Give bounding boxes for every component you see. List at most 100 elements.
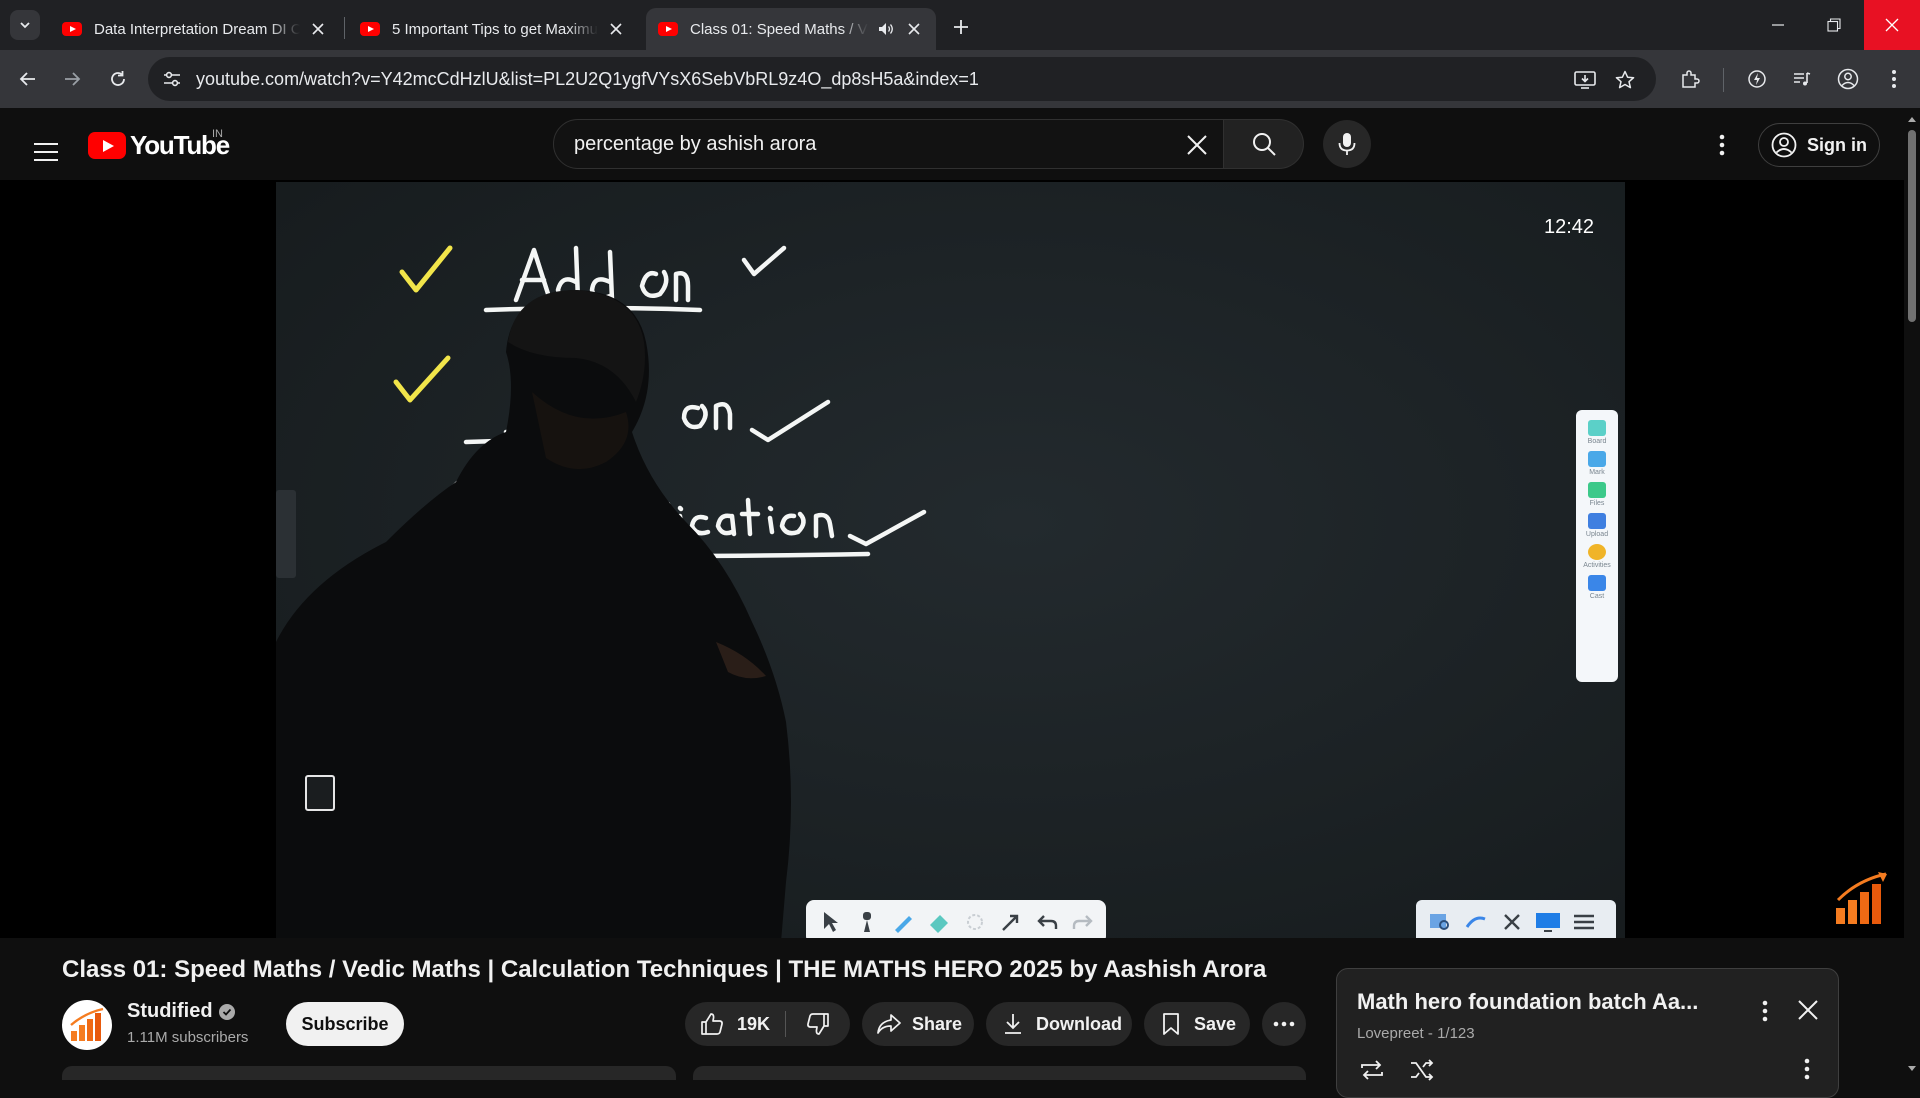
- new-tab-button[interactable]: [946, 12, 976, 42]
- dislike-button[interactable]: [786, 1002, 850, 1046]
- playlist-owner[interactable]: Lovepreet: [1357, 1025, 1424, 1042]
- search-button[interactable]: [1224, 119, 1304, 169]
- folder-icon: [1588, 482, 1606, 498]
- sign-in-label: Sign in: [1807, 134, 1867, 155]
- tab-title: 5 Important Tips to get Maximu: [392, 20, 598, 38]
- url-text: youtube.com/watch?v=Y42mcCdHzlU&list=PL2…: [196, 69, 979, 89]
- profile-button[interactable]: [1832, 63, 1864, 95]
- comments-box-edge: [693, 1066, 1306, 1080]
- channel-avatar[interactable]: [62, 1000, 112, 1050]
- channel-name-row[interactable]: Studified: [127, 1000, 235, 1023]
- menu-lines-icon: [1570, 910, 1598, 934]
- close-tab-icon[interactable]: [904, 19, 924, 39]
- youtube-favicon-icon: [360, 22, 380, 36]
- media-controls-button[interactable]: [1786, 63, 1818, 95]
- minimize-window-button[interactable]: [1750, 0, 1806, 50]
- plus-icon: [954, 20, 968, 34]
- shuffle-icon: [1411, 1059, 1434, 1081]
- close-playlist-button[interactable]: [1793, 995, 1823, 1025]
- blackboard-drawing: [276, 182, 1625, 938]
- share-button[interactable]: Share: [862, 1002, 974, 1046]
- country-code: IN: [212, 128, 223, 140]
- playlist-title[interactable]: Math hero foundation batch Aa...: [1357, 989, 1717, 1015]
- youtube-logo[interactable]: YouTube IN: [88, 128, 230, 161]
- shuffle-playlist-button[interactable]: [1407, 1055, 1437, 1085]
- arrow-right-icon: [65, 72, 81, 86]
- save-label: Save: [1194, 1013, 1237, 1034]
- bookmark-icon: [1158, 1011, 1184, 1037]
- back-button[interactable]: [12, 63, 44, 95]
- download-button[interactable]: Download: [986, 1002, 1132, 1046]
- search-input[interactable]: percentage by ashish arora: [553, 119, 1224, 169]
- extensions-button[interactable]: [1674, 63, 1706, 95]
- video-title: Class 01: Speed Maths / Vedic Maths | Ca…: [62, 956, 1267, 983]
- chrome-menu-button[interactable]: [1878, 63, 1910, 95]
- guide-menu-button[interactable]: [26, 132, 66, 172]
- subscribe-button[interactable]: Subscribe: [286, 1002, 404, 1046]
- browser-tab-1[interactable]: Data Interpretation Dream DI Cl: [50, 8, 340, 50]
- install-app-button[interactable]: [1572, 67, 1598, 93]
- forward-button[interactable]: [56, 63, 88, 95]
- scrollbar-thumb[interactable]: [1908, 130, 1916, 322]
- channel-watermark-logo: [1834, 870, 1890, 926]
- reload-button[interactable]: [102, 63, 134, 95]
- cast-tool-label: Cast: [1589, 593, 1605, 600]
- performance-button[interactable]: [1741, 63, 1773, 95]
- install-icon: [1574, 71, 1596, 89]
- browser-tab-2[interactable]: 5 Important Tips to get Maximu: [348, 8, 638, 50]
- board-switch-icon: [1462, 910, 1490, 934]
- save-button[interactable]: Save: [1144, 1002, 1250, 1046]
- voice-search-button[interactable]: [1323, 120, 1371, 168]
- playlist-actions-button[interactable]: [1793, 1055, 1821, 1083]
- restore-icon: [1827, 18, 1841, 32]
- smartboard-pen-toolbar: [806, 900, 1106, 938]
- puzzle-icon: [1682, 70, 1700, 88]
- more-vertical-icon: [1719, 134, 1725, 156]
- tab-title: Class 01: Speed Maths / Vedic: [690, 20, 868, 38]
- browser-tab-3-active[interactable]: Class 01: Speed Maths / Vedic: [646, 8, 936, 50]
- tab-search-button[interactable]: [10, 10, 40, 40]
- more-actions-button[interactable]: [1262, 1002, 1306, 1046]
- speaker-icon[interactable]: [876, 19, 896, 39]
- channel-name[interactable]: Studified: [127, 1000, 213, 1023]
- scroll-down-arrow-icon[interactable]: [1907, 1064, 1917, 1074]
- upload-tool-label: Upload: [1585, 531, 1609, 538]
- close-tab-icon[interactable]: [308, 19, 328, 39]
- subscriber-count: 1.11M subscribers: [127, 1029, 249, 1046]
- site-info-button[interactable]: [156, 63, 188, 95]
- address-bar[interactable]: youtube.com/watch?v=Y42mcCdHzlU&list=PL2…: [148, 57, 1656, 101]
- scroll-up-arrow-icon[interactable]: [1907, 114, 1917, 124]
- close-window-button[interactable]: [1864, 0, 1920, 50]
- browser-toolbar: youtube.com/watch?v=Y42mcCdHzlU&list=PL2…: [0, 50, 1920, 108]
- clear-search-button[interactable]: [1181, 129, 1213, 161]
- board-corner-widget: [305, 775, 335, 811]
- video-overlay-time: 12:42: [1544, 216, 1595, 238]
- playlist-position: 1/123: [1437, 1025, 1475, 1042]
- activities-tool-label: Activities: [1583, 562, 1611, 569]
- board-icon: [1588, 420, 1606, 436]
- minimize-icon: [1772, 24, 1784, 26]
- page-scrollbar[interactable]: [1904, 108, 1920, 1080]
- restore-window-button[interactable]: [1806, 0, 1862, 50]
- playlist-menu-button[interactable]: [1751, 997, 1779, 1025]
- video-player[interactable]: 12:42 Board Mark Files Upload Activities…: [0, 180, 1904, 938]
- close-icon: [1187, 135, 1207, 155]
- arrow-left-icon: [19, 72, 35, 86]
- zoom-icon: [1426, 910, 1454, 934]
- microphone-icon: [1338, 133, 1356, 155]
- loop-playlist-button[interactable]: [1357, 1055, 1387, 1085]
- like-button[interactable]: 19K: [685, 1002, 785, 1046]
- playlist-panel: Math hero foundation batch Aa... Lovepre…: [1336, 968, 1839, 1098]
- repeat-icon: [1361, 1060, 1383, 1080]
- chevron-down-icon: [20, 22, 30, 29]
- board-tool: Board: [1588, 420, 1606, 445]
- close-tab-icon[interactable]: [606, 19, 626, 39]
- playlist-meta-separator: -: [1427, 1025, 1438, 1042]
- bookmark-star-button[interactable]: [1612, 67, 1638, 93]
- star-icon: [1615, 70, 1635, 89]
- download-label: Download: [1036, 1013, 1122, 1034]
- sign-in-button[interactable]: Sign in: [1758, 123, 1880, 167]
- settings-menu-button[interactable]: [1707, 130, 1737, 160]
- board-left-tab: [276, 490, 296, 578]
- upload-tool: Upload: [1586, 513, 1608, 538]
